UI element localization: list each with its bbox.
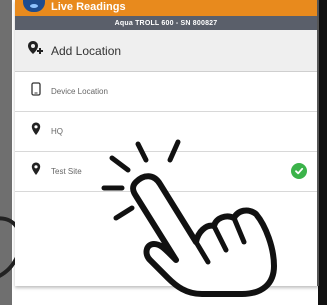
location-item-device[interactable]: Device Location [15,72,317,112]
map-pin-icon [31,162,41,181]
app-title: Live Readings [51,1,126,13]
location-label: HQ [51,127,63,136]
phone-location-icon [31,82,41,101]
map-pin-icon [31,122,41,141]
app-logo-icon [23,0,45,12]
app-title-bar: Live Readings [15,0,317,16]
background-strip-right [318,0,327,305]
add-location-icon [27,40,43,61]
device-subtitle-bar: Aqua TROLL 600 - SN 800827 [15,16,317,30]
tap-hand-icon [101,139,277,297]
add-location-button[interactable]: Add Location [15,30,317,72]
location-label: Test Site [51,167,82,176]
add-location-label: Add Location [51,43,122,58]
location-label: Device Location [51,87,108,96]
device-line: Aqua TROLL 600 - SN 800827 [114,19,218,27]
